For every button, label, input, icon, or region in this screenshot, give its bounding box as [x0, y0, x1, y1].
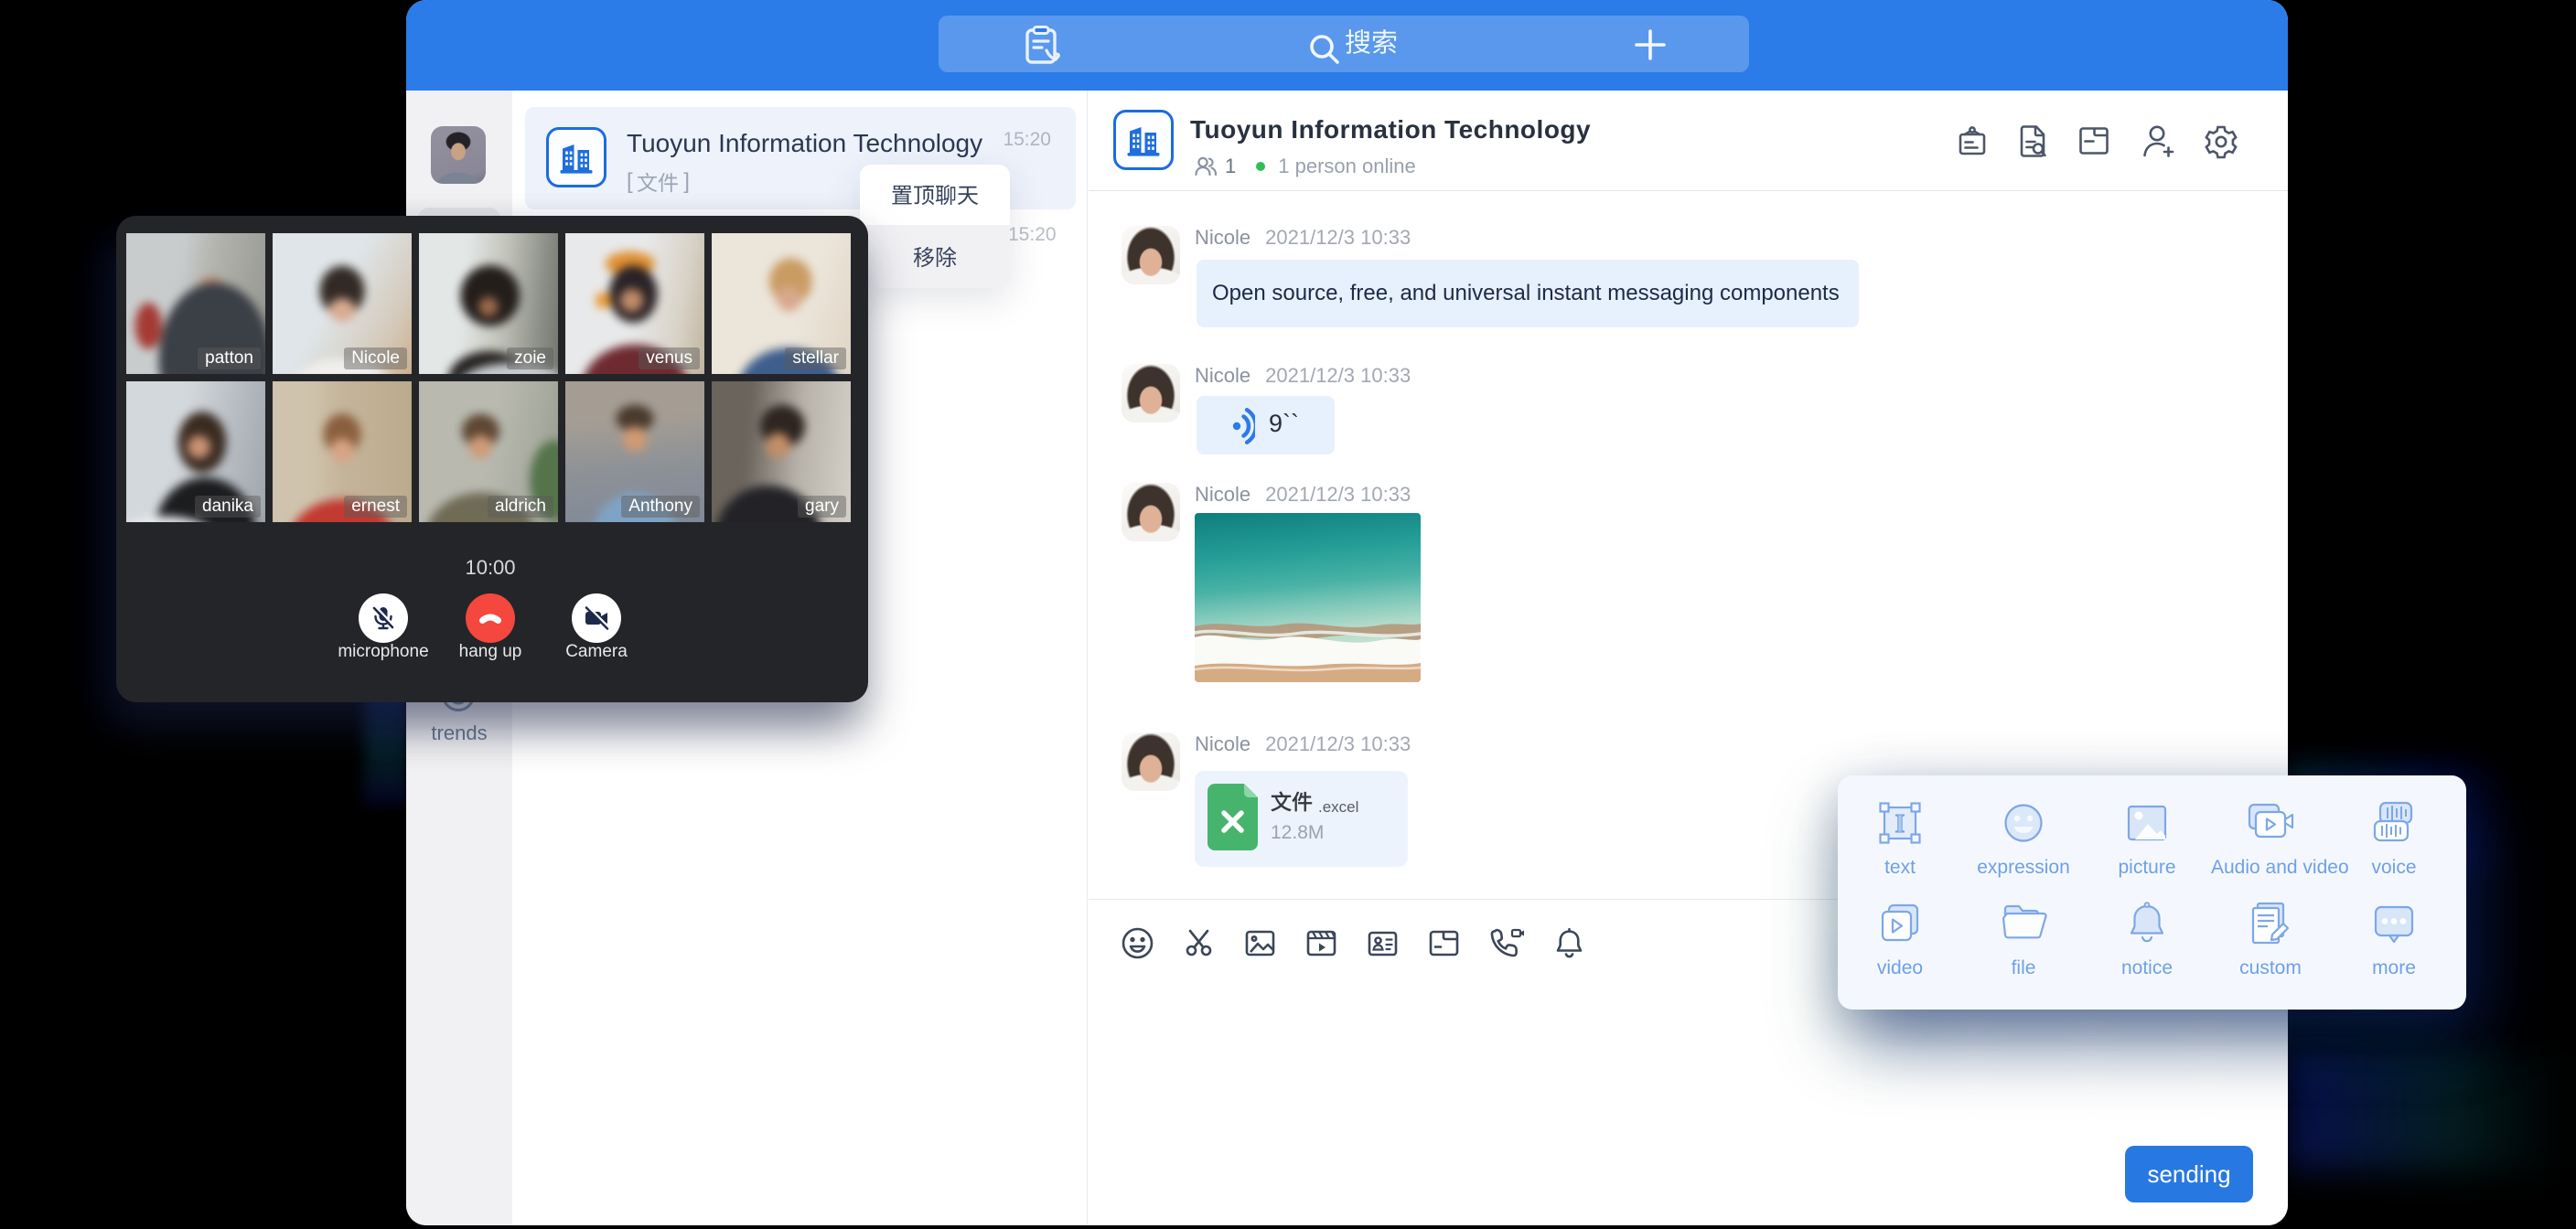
- svg-text:I: I: [1895, 810, 1905, 839]
